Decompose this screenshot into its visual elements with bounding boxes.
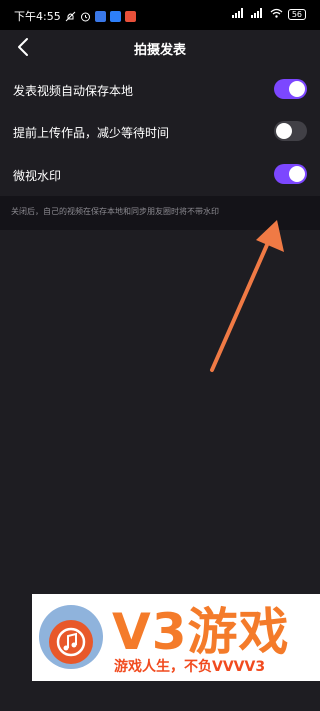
setting-label: 微视水印 xyxy=(13,169,62,183)
pre-upload-toggle[interactable] xyxy=(274,121,307,141)
status-right: 56 xyxy=(231,8,306,21)
status-bar: 下午4:55 56 xyxy=(0,0,320,30)
signal-icon-2 xyxy=(250,8,265,21)
logo-icon xyxy=(38,604,104,670)
setting-row-watermark[interactable]: 微视水印 xyxy=(0,154,320,196)
toggle-knob xyxy=(276,123,292,139)
setting-row-pre-upload[interactable]: 提前上传作品，减少等待时间 xyxy=(0,111,320,153)
notification-app-icon-2 xyxy=(109,10,121,22)
battery-icon: 56 xyxy=(287,9,306,20)
toggle-knob xyxy=(289,81,305,97)
annotation-arrow xyxy=(210,220,284,372)
wifi-icon xyxy=(270,8,283,21)
toggle-knob xyxy=(289,166,305,182)
notification-app-icon-3 xyxy=(124,10,136,22)
watermark-banner: V3游戏 游戏人生，不负VVVV3 xyxy=(32,594,320,681)
auto-save-toggle[interactable] xyxy=(274,79,307,99)
watermark-toggle[interactable] xyxy=(274,164,307,184)
status-time: 下午4:55 xyxy=(14,10,61,23)
mute-icon xyxy=(65,11,76,22)
brand-logo-text: V3游戏 xyxy=(112,603,290,661)
signal-icon xyxy=(231,8,246,21)
setting-label: 提前上传作品，减少等待时间 xyxy=(13,126,170,140)
watermark-hint: 关闭后，自己的视频在保存本地和同步朋友圈时将不带水印 xyxy=(11,207,219,216)
page-title: 拍摄发表 xyxy=(133,43,186,58)
status-left: 下午4:55 xyxy=(14,8,136,24)
alarm-icon xyxy=(80,11,91,22)
header: 拍摄发表 xyxy=(0,30,320,64)
brand-tagline: 游戏人生，不负VVVV3 xyxy=(114,659,266,675)
setting-label: 发表视频自动保存本地 xyxy=(13,84,134,98)
notification-app-icon-1 xyxy=(94,10,106,22)
setting-row-auto-save[interactable]: 发表视频自动保存本地 xyxy=(0,69,320,111)
